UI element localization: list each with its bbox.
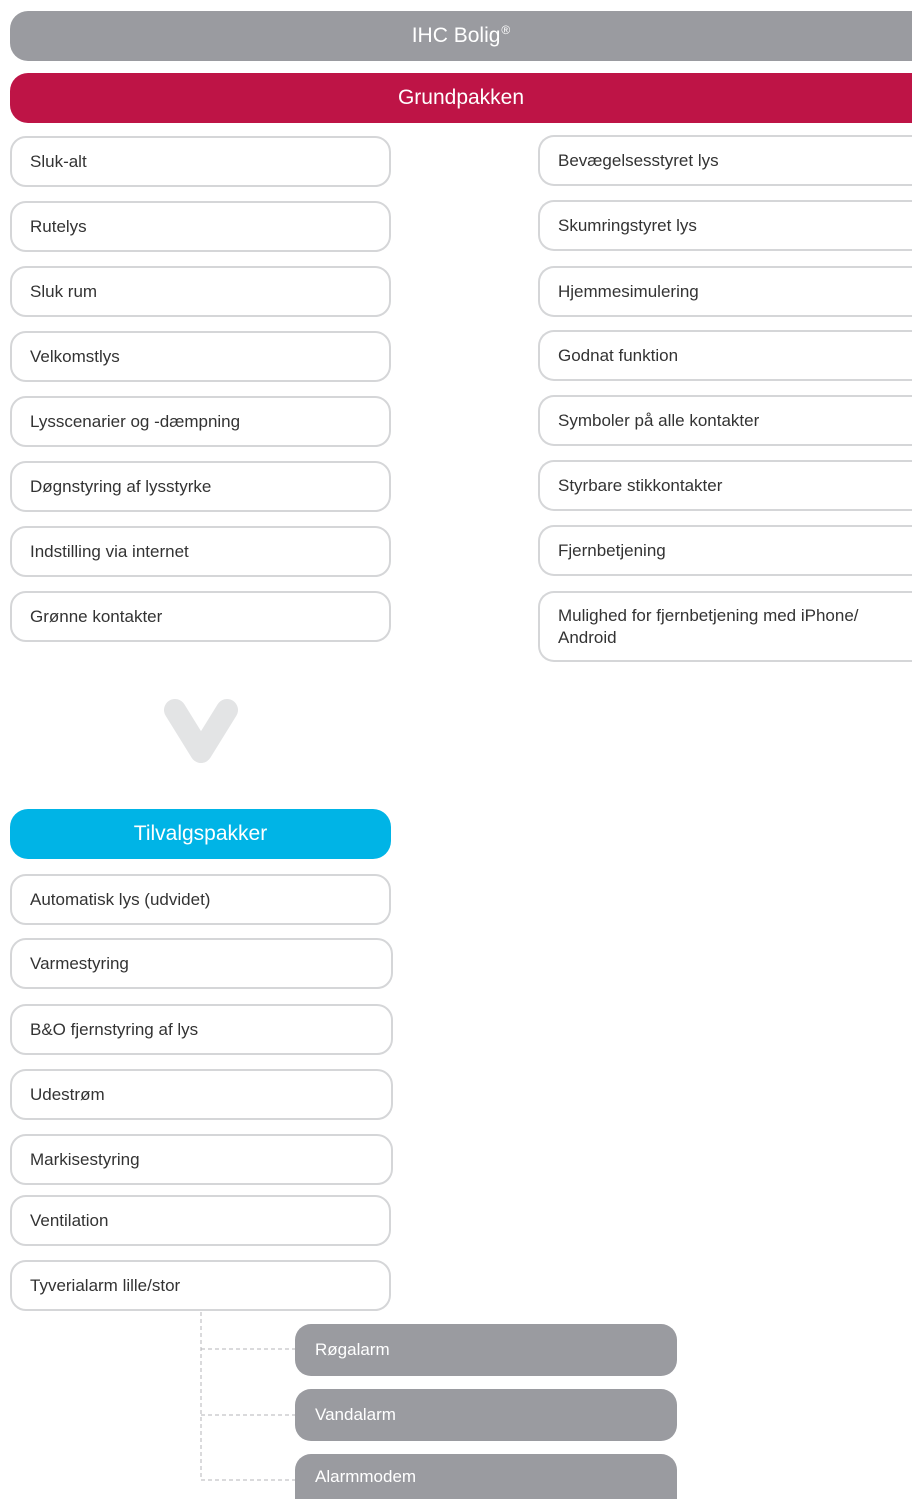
grundpakken-item-fjernbetjening: Fjernbetjening xyxy=(538,525,912,576)
grundpakken-item-dognstyring: Døgnstyring af lysstyrke xyxy=(10,461,391,512)
alarm-subitem-rogalarm: Røgalarm xyxy=(295,1324,677,1376)
ihc-bolig-title: IHC Bolig xyxy=(411,24,501,47)
grundpakken-item-lysscenarier: Lysscenarier og -dæmpning xyxy=(10,396,391,447)
grundpakken-item-godnat: Godnat funktion xyxy=(538,330,912,381)
grundpakken-item-sluk-alt: Sluk-alt xyxy=(10,136,391,187)
grundpakken-title: Grundpakken xyxy=(397,86,525,109)
tilvalg-item-udestrom: Udestrøm xyxy=(10,1069,393,1120)
grundpakken-item-gronne-kontakter: Grønne kontakter xyxy=(10,591,391,642)
grundpakken-item-hjemmesimulering: Hjemmesimulering xyxy=(538,266,912,317)
grundpakken-item-rutelys: Rutelys xyxy=(10,201,391,252)
grundpakken-item-bevaegelsesstyret: Bevægelsesstyret lys xyxy=(538,135,912,186)
chevron-down-icon xyxy=(164,699,238,763)
grundpakken-item-iphone-android: Mulighed for fjernbetjening med iPhone/ … xyxy=(538,591,912,662)
alarm-subitem-alarmmodem: Alarmmodem xyxy=(295,1454,677,1499)
tilvalg-item-varmestyring: Varmestyring xyxy=(10,938,393,989)
grundpakken-header: Grundpakken xyxy=(10,73,912,123)
tilvalg-item-tyverialarm: Tyverialarm lille/stor xyxy=(10,1260,391,1311)
tilvalgspakker-header: Tilvalgspakker xyxy=(10,809,391,859)
grundpakken-item-sluk-rum: Sluk rum xyxy=(10,266,391,317)
tilvalg-item-bo-fjernstyring: B&O fjernstyring af lys xyxy=(10,1004,393,1055)
tilvalg-item-markisestyring: Markisestyring xyxy=(10,1134,393,1185)
tilvalg-item-ventilation: Ventilation xyxy=(10,1195,391,1246)
grundpakken-item-skumringstyret: Skumringstyret lys xyxy=(538,200,912,251)
grundpakken-item-symboler: Symboler på alle kontakter xyxy=(538,395,912,446)
grundpakken-item-stikkontakter: Styrbare stikkontakter xyxy=(538,460,912,511)
alarm-tree-connector xyxy=(200,1312,295,1481)
registered-mark: ® xyxy=(501,23,511,37)
tilvalgspakker-title: Tilvalgspakker xyxy=(133,822,268,845)
grundpakken-item-indstilling: Indstilling via internet xyxy=(10,526,391,577)
ihc-bolig-header: IHC Bolig ® xyxy=(10,11,912,61)
tilvalg-item-automatisk-lys: Automatisk lys (udvidet) xyxy=(10,874,391,925)
grundpakken-item-velkomstlys: Velkomstlys xyxy=(10,331,391,382)
alarm-subitem-vandalarm: Vandalarm xyxy=(295,1389,677,1441)
